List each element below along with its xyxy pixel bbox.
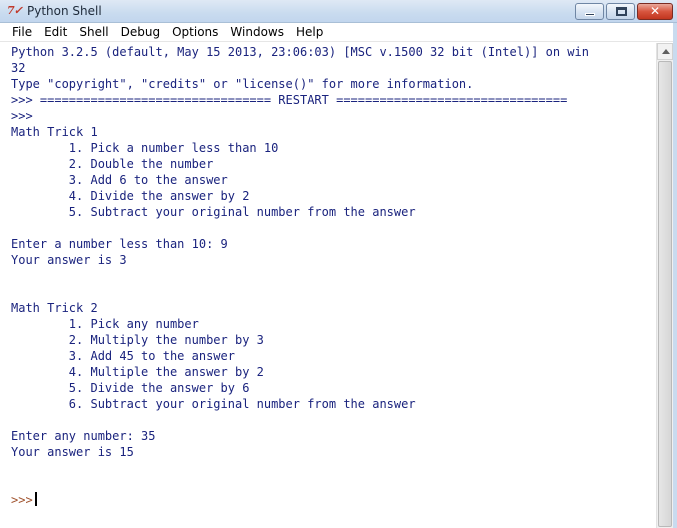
shell-output-line <box>11 412 589 428</box>
shell-line-text: 5. Subtract your original number from th… <box>11 205 416 219</box>
window-border <box>673 23 677 528</box>
shell-line-text: 6. Subtract your original number from th… <box>11 397 416 411</box>
shell-output-line: 6. Subtract your original number from th… <box>11 396 589 412</box>
shell-line-text: Math Trick 2 <box>11 301 98 315</box>
menu-debug[interactable]: Debug <box>115 24 166 41</box>
shell-output-line <box>11 268 589 284</box>
shell-output-line: 5. Subtract your original number from th… <box>11 204 589 220</box>
shell-output-line: Your answer is 15 <box>11 444 589 460</box>
shell-line-text: 1. Pick a number less than 10 <box>11 141 279 155</box>
shell-line-text: Enter a number less than 10: 9 <box>11 237 228 251</box>
shell-output-line: Math Trick 1 <box>11 124 589 140</box>
shell-output-line: 32 <box>11 60 589 76</box>
shell-line-text: 4. Divide the answer by 2 <box>11 189 250 203</box>
close-icon: ✕ <box>649 4 661 18</box>
maximize-button[interactable] <box>606 3 635 20</box>
menu-bar: File Edit Shell Debug Options Windows He… <box>0 23 677 42</box>
python-idle-icon: 7✓ <box>7 4 23 17</box>
shell-output-line: 1. Pick a number less than 10 <box>11 140 589 156</box>
shell-output-line: 3. Add 6 to the answer <box>11 172 589 188</box>
text-cursor <box>34 492 37 506</box>
shell-output-line <box>11 460 589 476</box>
shell-output-line: >>> ================================ RES… <box>11 92 589 108</box>
window-title: Python Shell <box>27 4 102 18</box>
shell-output-line: 3. Add 45 to the answer <box>11 348 589 364</box>
shell-output: Python 3.2.5 (default, May 15 2013, 23:0… <box>11 44 589 508</box>
shell-line-text: 32 <box>11 61 26 75</box>
menu-help[interactable]: Help <box>290 24 329 41</box>
shell-line-text: >>> ================================ RES… <box>11 93 568 107</box>
shell-output-line: Python 3.2.5 (default, May 15 2013, 23:0… <box>11 44 589 60</box>
shell-line-text: 1. Pick any number <box>11 317 199 331</box>
shell-line-text: 3. Add 45 to the answer <box>11 349 235 363</box>
shell-line-text: 4. Multiple the answer by 2 <box>11 365 264 379</box>
minimize-icon <box>585 13 595 16</box>
close-button[interactable]: ✕ <box>637 3 673 20</box>
shell-line-text: >>> <box>11 493 33 507</box>
shell-line-text: 2. Double the number <box>11 157 214 171</box>
shell-output-line: >>> <box>11 108 589 124</box>
shell-line-text: Math Trick 1 <box>11 125 98 139</box>
shell-line-text: 5. Divide the answer by 6 <box>11 381 250 395</box>
shell-output-line: 4. Divide the answer by 2 <box>11 188 589 204</box>
shell-output-line: 5. Divide the answer by 6 <box>11 380 589 396</box>
shell-output-line: 4. Multiple the answer by 2 <box>11 364 589 380</box>
menu-edit[interactable]: Edit <box>38 24 73 41</box>
shell-output-line: Enter any number: 35 <box>11 428 589 444</box>
menu-file[interactable]: File <box>6 24 38 41</box>
shell-line-text: Your answer is 3 <box>11 253 127 267</box>
shell-output-line: Type "copyright", "credits" or "license(… <box>11 76 589 92</box>
vertical-scrollbar[interactable] <box>656 43 673 528</box>
maximize-icon <box>616 7 627 16</box>
scroll-up-button[interactable] <box>657 43 673 60</box>
shell-output-line <box>11 476 589 492</box>
shell-line-text: Python 3.2.5 (default, May 15 2013, 23:0… <box>11 45 589 59</box>
minimize-button[interactable] <box>575 3 604 20</box>
shell-output-line: Your answer is 3 <box>11 252 589 268</box>
shell-prompt-line: >>> <box>11 492 589 508</box>
shell-output-line: 2. Double the number <box>11 156 589 172</box>
shell-output-line: 1. Pick any number <box>11 316 589 332</box>
shell-output-line: Enter a number less than 10: 9 <box>11 236 589 252</box>
shell-line-text: Enter any number: 35 <box>11 429 156 443</box>
shell-line-text: >>> <box>11 109 33 123</box>
shell-line-text: Type "copyright", "credits" or "license(… <box>11 77 474 91</box>
shell-output-line <box>11 220 589 236</box>
shell-output-line: 2. Multiply the number by 3 <box>11 332 589 348</box>
menu-options[interactable]: Options <box>166 24 224 41</box>
title-bar[interactable]: 7✓ Python Shell ✕ <box>0 0 677 23</box>
menu-windows[interactable]: Windows <box>224 24 290 41</box>
shell-text-area[interactable]: Python 3.2.5 (default, May 15 2013, 23:0… <box>4 43 656 528</box>
scroll-thumb[interactable] <box>658 61 672 527</box>
shell-output-line <box>11 284 589 300</box>
shell-line-text: 3. Add 6 to the answer <box>11 173 228 187</box>
menu-shell[interactable]: Shell <box>73 24 114 41</box>
shell-line-text: 2. Multiply the number by 3 <box>11 333 264 347</box>
arrow-up-icon <box>662 49 670 54</box>
shell-output-line: Math Trick 2 <box>11 300 589 316</box>
shell-line-text: Your answer is 15 <box>11 445 134 459</box>
